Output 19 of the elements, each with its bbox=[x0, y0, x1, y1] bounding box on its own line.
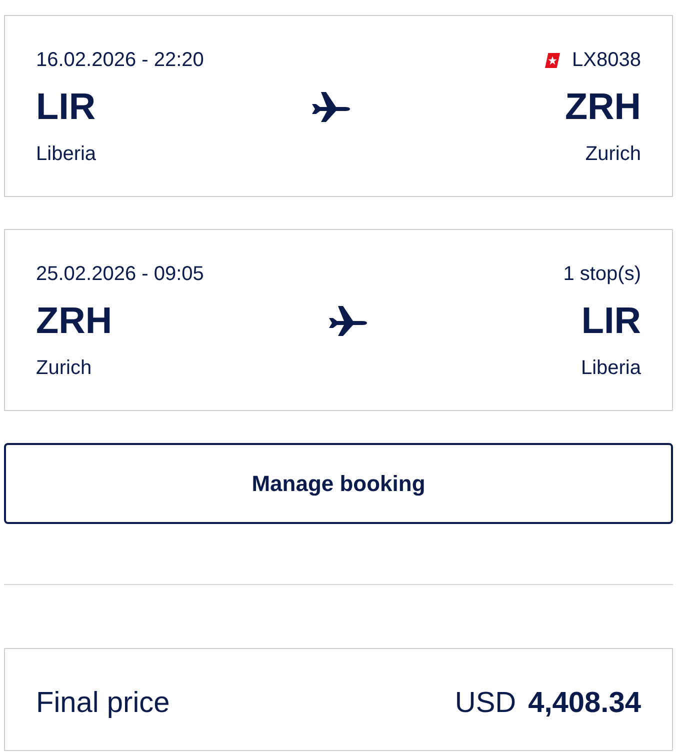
currency: USD bbox=[454, 687, 516, 720]
price-amount: 4,408.34 bbox=[528, 687, 641, 720]
airport-code: ZRH bbox=[36, 300, 112, 342]
airport-code: ZRH bbox=[564, 86, 641, 128]
city-name: Liberia bbox=[36, 143, 96, 166]
city-name: Zurich bbox=[36, 357, 92, 380]
price-label: Final price bbox=[36, 687, 170, 720]
manage-booking-button[interactable]: Manage booking bbox=[4, 443, 673, 524]
airport-code: LIR bbox=[36, 86, 96, 128]
stops-count: 1 stop(s) bbox=[563, 263, 641, 286]
flight-datetime: 16.02.2026 - 22:20 bbox=[36, 49, 204, 72]
flight-number: LX8038 bbox=[572, 49, 641, 72]
city-name: Zurich bbox=[585, 143, 641, 166]
airplane-icon bbox=[310, 91, 350, 123]
city-name: Liberia bbox=[580, 357, 641, 380]
airport-code: LIR bbox=[581, 300, 641, 342]
airplane-icon bbox=[326, 305, 367, 337]
airline-logo-icon bbox=[545, 53, 560, 68]
flight-datetime: 25.02.2026 - 09:05 bbox=[36, 263, 204, 286]
